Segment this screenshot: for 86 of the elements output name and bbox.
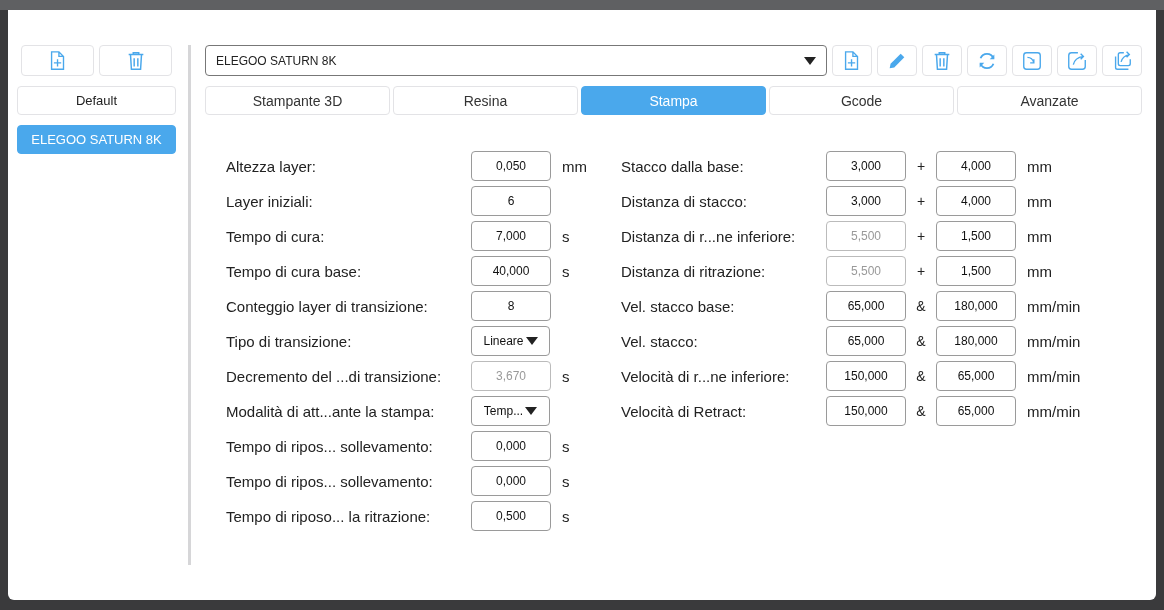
export-copy-button[interactable]	[1102, 45, 1142, 76]
number-field[interactable]: 40,000	[471, 256, 551, 286]
separator-symbol: &	[915, 333, 927, 349]
setting-label: Velocità di Retract:	[621, 402, 748, 420]
setting-label: Altezza layer:	[226, 157, 318, 175]
number-field[interactable]: 1,500	[936, 221, 1016, 251]
setting-label: Stacco dalla base:	[621, 157, 745, 175]
number-field[interactable]: 150,000	[826, 396, 906, 426]
separator-symbol: &	[915, 298, 927, 314]
setting-label: Tempo di ripos... sollevamento:	[226, 472, 434, 490]
setting-label: Vel. stacco:	[621, 332, 699, 350]
tab[interactable]: Stampante 3D	[205, 86, 390, 115]
number-field[interactable]: 150,000	[826, 361, 906, 391]
setting-label: Decremento del ...di transizione:	[226, 367, 443, 385]
setting-dropdown[interactable]: Lineare	[471, 326, 550, 356]
number-field[interactable]: 7,000	[471, 221, 551, 251]
setting-label: Distanza di r...ne inferiore:	[621, 227, 797, 245]
separator-symbol: &	[915, 403, 927, 419]
setting-label: Tipo di transizione:	[226, 332, 353, 350]
unit-label: mm	[1027, 227, 1052, 245]
unit-label: mm/min	[1027, 367, 1081, 385]
setting-label: Distanza di stacco:	[621, 192, 748, 210]
printer-dropdown[interactable]: ELEGOO SATURN 8K	[205, 45, 827, 76]
number-field[interactable]: 6	[471, 186, 551, 216]
unit-label: mm	[1027, 157, 1052, 175]
number-field[interactable]: 4,000	[936, 151, 1016, 181]
number-field[interactable]: 3,000	[826, 186, 906, 216]
setting-dropdown[interactable]: Temp...	[471, 396, 550, 426]
setting-label: Layer iniziali:	[226, 192, 314, 210]
number-field[interactable]: 8	[471, 291, 551, 321]
import-button[interactable]	[1012, 45, 1052, 76]
number-field[interactable]: 0,050	[471, 151, 551, 181]
number-field[interactable]: 65,000	[826, 326, 906, 356]
number-field[interactable]: 0,500	[471, 501, 551, 531]
number-field[interactable]: 65,000	[826, 291, 906, 321]
setting-label: Tempo di ripos... sollevamento:	[226, 437, 434, 455]
tab[interactable]: Gcode	[769, 86, 954, 115]
setting-label: Conteggio layer di transizione:	[226, 297, 429, 315]
setting-label: Tempo di cura:	[226, 227, 326, 245]
unit-label: s	[562, 507, 570, 525]
number-field[interactable]: 180,000	[936, 326, 1016, 356]
unit-label: mm/min	[1027, 297, 1081, 315]
refresh-button[interactable]	[967, 45, 1007, 76]
unit-label: s	[562, 472, 570, 490]
setting-label: Tempo di cura base:	[226, 262, 363, 280]
delete-profile-button[interactable]	[99, 45, 172, 76]
unit-label: s	[562, 262, 570, 280]
number-field[interactable]: 0,000	[471, 431, 551, 461]
export-icon	[1066, 49, 1088, 72]
number-field[interactable]: 65,000	[936, 361, 1016, 391]
export-button[interactable]	[1057, 45, 1097, 76]
file-add-button[interactable]	[832, 45, 872, 76]
unit-label: s	[562, 437, 570, 455]
new-profile-button[interactable]	[21, 45, 94, 76]
separator-symbol: +	[915, 193, 927, 209]
unit-label: s	[562, 227, 570, 245]
separator-symbol: +	[915, 228, 927, 244]
delete-button[interactable]	[922, 45, 962, 76]
import-icon	[1021, 49, 1043, 72]
dropdown-arrow-icon	[804, 56, 816, 65]
number-field[interactable]: 3,000	[826, 151, 906, 181]
separator-symbol: +	[915, 263, 927, 279]
separator-symbol: +	[915, 158, 927, 174]
unit-label: mm	[1027, 192, 1052, 210]
number-field[interactable]: 0,000	[471, 466, 551, 496]
unit-label: s	[562, 367, 570, 385]
profile-item[interactable]: Default	[17, 86, 176, 115]
unit-label: mm	[562, 157, 587, 175]
number-field[interactable]: 4,000	[936, 186, 1016, 216]
setting-label: Modalità di att...ante la stampa:	[226, 402, 436, 420]
number-field[interactable]: 65,000	[936, 396, 1016, 426]
setting-label: Vel. stacco base:	[621, 297, 736, 315]
dropdown-arrow-icon	[525, 337, 538, 345]
number-field[interactable]: 1,500	[936, 256, 1016, 286]
separator-symbol: &	[915, 368, 927, 384]
unit-label: mm/min	[1027, 402, 1081, 420]
tab[interactable]: Avanzate	[957, 86, 1142, 115]
unit-label: mm/min	[1027, 332, 1081, 350]
number-field[interactable]: 180,000	[936, 291, 1016, 321]
dropdown-arrow-icon	[525, 407, 538, 415]
unit-label: mm	[1027, 262, 1052, 280]
setting-label: Tempo di riposo... la ritrazione:	[226, 507, 432, 525]
setting-label: Distanza di ritrazione:	[621, 262, 767, 280]
tab[interactable]: Resina	[393, 86, 578, 115]
setting-label: Velocità di r...ne inferiore:	[621, 367, 791, 385]
pencil-button[interactable]	[877, 45, 917, 76]
